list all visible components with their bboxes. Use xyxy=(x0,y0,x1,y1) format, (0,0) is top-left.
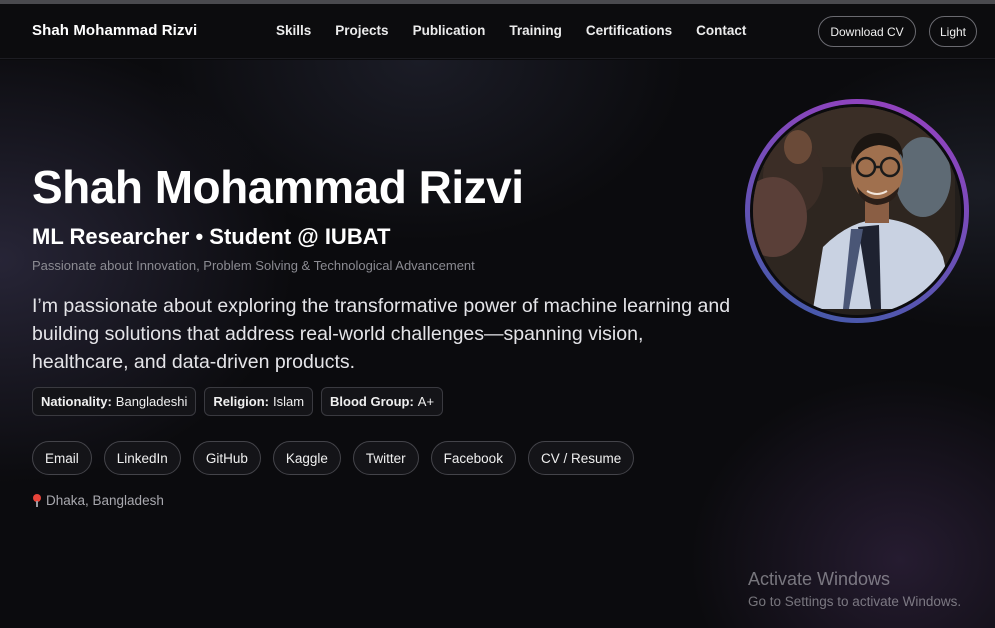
hero-role: ML Researcher • Student @ IUBAT xyxy=(32,224,391,249)
hero-section: Shah Mohammad Rizvi ML Researcher • Stud… xyxy=(0,60,995,628)
download-cv-button[interactable]: Download CV xyxy=(818,16,916,47)
personal-facts: Nationality: Bangladeshi Religion: Islam… xyxy=(32,387,444,416)
profile-photo xyxy=(753,107,961,315)
navbar: Shah Mohammad Rizvi Skills Projects Publ… xyxy=(0,4,995,59)
location: Dhaka, Bangladesh xyxy=(32,493,164,508)
fact-blood-group: Blood Group: A+ xyxy=(321,387,444,416)
location-text: Dhaka, Bangladesh xyxy=(46,493,164,508)
nav-links: Skills Projects Publication Training Cer… xyxy=(276,23,746,38)
fact-label: Religion: xyxy=(213,394,269,409)
link-email[interactable]: Email xyxy=(32,441,92,475)
social-links: Email LinkedIn GitHub Kaggle Twitter Fac… xyxy=(32,441,635,475)
profile-photo-ring xyxy=(745,99,969,323)
nav-link-certifications[interactable]: Certifications xyxy=(586,23,672,38)
hero-bio: I’m passionate about exploring the trans… xyxy=(32,295,731,373)
link-github[interactable]: GitHub xyxy=(192,441,261,475)
fact-label: Blood Group: xyxy=(330,394,414,409)
link-linkedin[interactable]: LinkedIn xyxy=(103,441,181,475)
nav-link-projects[interactable]: Projects xyxy=(335,23,388,38)
fact-value: A+ xyxy=(417,394,435,409)
link-cv-resume[interactable]: CV / Resume xyxy=(527,441,635,475)
fact-value: Bangladeshi xyxy=(115,394,188,409)
link-facebook[interactable]: Facebook xyxy=(430,441,516,475)
fact-religion: Religion: Islam xyxy=(204,387,314,416)
activate-windows-subtitle: Go to Settings to activate Windows. xyxy=(748,594,962,609)
activate-windows-watermark: Activate Windows Go to Settings to activ… xyxy=(748,569,961,609)
hero-tagline: Passionate about Innovation, Problem Sol… xyxy=(32,258,475,273)
hero-name: Shah Mohammad Rizvi xyxy=(32,161,524,213)
link-twitter[interactable]: Twitter xyxy=(352,441,419,475)
nav-link-skills[interactable]: Skills xyxy=(276,23,311,38)
activate-windows-title: Activate Windows xyxy=(748,569,891,589)
fact-value: Islam xyxy=(272,394,305,409)
fact-nationality: Nationality: Bangladeshi xyxy=(32,387,197,416)
nav-link-contact[interactable]: Contact xyxy=(696,23,746,38)
profile-photo-illustration xyxy=(753,107,955,309)
theme-toggle-button[interactable]: Light xyxy=(929,16,977,47)
nav-link-publication[interactable]: Publication xyxy=(413,23,486,38)
brand-name[interactable]: Shah Mohammad Rizvi xyxy=(32,22,197,39)
nav-link-training[interactable]: Training xyxy=(509,23,562,38)
fact-label: Nationality: xyxy=(41,394,112,409)
link-kaggle[interactable]: Kaggle xyxy=(272,441,341,475)
pin-icon xyxy=(32,493,42,508)
